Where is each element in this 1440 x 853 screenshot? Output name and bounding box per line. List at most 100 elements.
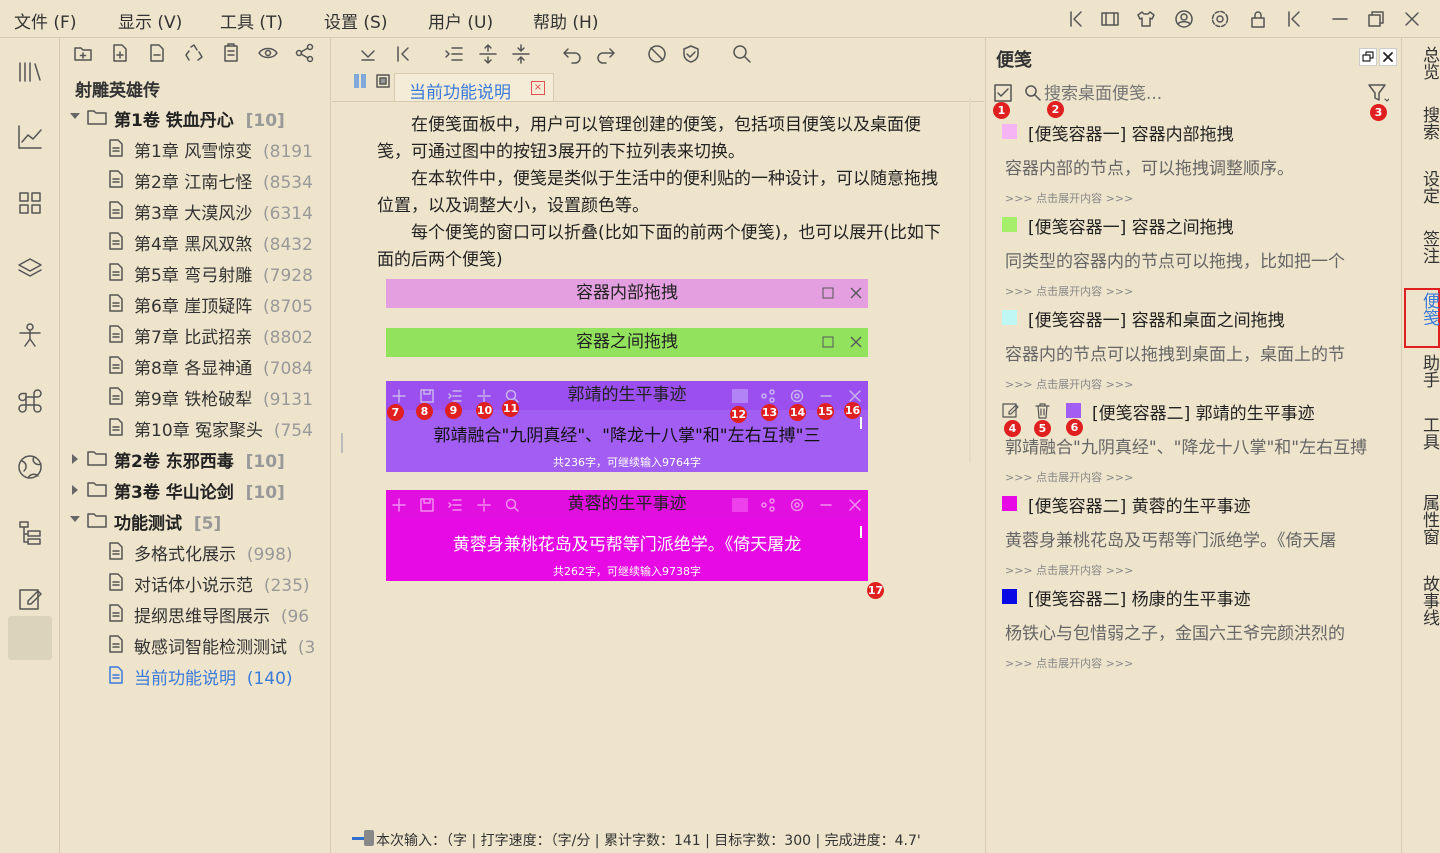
theme-shirt-icon[interactable] xyxy=(1136,9,1156,29)
sticky-note-collapsed[interactable]: 容器之间拖拽 xyxy=(386,328,868,357)
outline-tree-icon[interactable] xyxy=(16,519,44,547)
close-panel-icon[interactable] xyxy=(1379,48,1397,66)
rail-assistant[interactable]: 助手 xyxy=(1402,354,1440,388)
menu-user[interactable]: 用户 (U) xyxy=(428,8,493,33)
note-item-title[interactable]: [便笺容器一] 容器内部拖拽 xyxy=(1028,120,1234,145)
note-list-item[interactable]: [便笺容器一] 容器内部拖拽 容器内部的节点，可以拖拽调整顺序。 >>> 点击展… xyxy=(986,116,1402,209)
rail-overview[interactable]: 总览 xyxy=(1402,46,1440,80)
tab-close-icon[interactable]: × xyxy=(531,81,545,95)
single-view-icon[interactable] xyxy=(376,74,390,88)
rail-tools[interactable]: 工具 xyxy=(1402,416,1440,450)
menu-settings[interactable]: 设置 (S) xyxy=(324,8,387,33)
chevron-right-icon[interactable] xyxy=(72,485,78,495)
rail-notes[interactable]: 便笺 xyxy=(1402,292,1440,326)
gear-icon[interactable] xyxy=(1210,9,1230,29)
share-node-icon[interactable] xyxy=(761,389,775,403)
grid-icon[interactable] xyxy=(16,189,44,217)
tree-doc-outline[interactable]: 提纲思维导图展示 (96 xyxy=(61,598,330,629)
color-swatch[interactable] xyxy=(732,389,748,403)
chart-icon[interactable] xyxy=(16,123,44,151)
note-color-swatch[interactable] xyxy=(1066,403,1081,418)
recycle-icon[interactable] xyxy=(184,43,204,63)
collapse-icon[interactable] xyxy=(1284,9,1304,29)
undo-icon[interactable] xyxy=(562,44,582,64)
tree-volume-3[interactable]: 第3卷 华山论剑 [10] xyxy=(61,474,330,505)
compress-vertical-icon[interactable] xyxy=(511,44,531,64)
split-icon[interactable] xyxy=(477,389,491,403)
note-list-item-hover[interactable]: [便笺容器二] 郭靖的生平事迹 郭靖融合"九阴真经"、"降龙十八掌"和"左右互搏… xyxy=(986,395,1402,488)
chevron-right-icon[interactable] xyxy=(72,454,78,464)
close-icon[interactable] xyxy=(848,389,862,403)
tree-volume-1[interactable]: 第1卷 铁血丹心 [10] xyxy=(61,102,330,133)
command-icon[interactable] xyxy=(16,387,44,415)
account-icon[interactable] xyxy=(1174,9,1194,29)
splitter-handle[interactable] xyxy=(341,433,343,453)
sticky-note-collapsed[interactable]: 容器内部拖拽 xyxy=(386,279,868,308)
shield-check-icon[interactable] xyxy=(681,44,701,64)
indent-icon[interactable] xyxy=(444,44,464,64)
tree-doc-current-selected[interactable]: 当前功能说明 (140) xyxy=(61,660,330,691)
tree-doc-dialogue[interactable]: 对话体小说示范 (235) xyxy=(61,567,330,598)
note-expand-link[interactable]: >>> 点击展开内容 >>> xyxy=(1005,190,1133,206)
tree-chapter-7[interactable]: 第7章 比武招亲 (8802 xyxy=(61,319,330,350)
globe-icon[interactable] xyxy=(16,453,44,481)
clipboard-icon[interactable] xyxy=(221,43,241,63)
tree-doc-sensitive-words[interactable]: 敏感词智能检测测试 (3 xyxy=(61,629,330,660)
book-title[interactable]: 射雕英雄传 xyxy=(75,76,160,101)
tree-chapter-3[interactable]: 第3章 大漠风沙 (6314 xyxy=(61,195,330,226)
share-node-icon[interactable] xyxy=(295,43,315,63)
split-icon[interactable] xyxy=(477,498,491,512)
note-item-title[interactable]: [便笺容器二] 杨康的生平事迹 xyxy=(1028,585,1251,610)
doc-paragraph[interactable]: 每个便笺的窗口可以折叠(比如下面的前两个便笺)，也可以展开(比如下面的后两个便笺… xyxy=(377,220,947,274)
note-title[interactable]: 容器之间拖拽 xyxy=(386,328,868,357)
person-icon[interactable] xyxy=(16,321,44,349)
save-icon[interactable] xyxy=(420,498,434,512)
tree-chapter-6[interactable]: 第6章 崖顶疑阵 (8705 xyxy=(61,288,330,319)
color-swatch[interactable] xyxy=(732,498,748,512)
maximize-icon[interactable] xyxy=(822,328,834,357)
lock-icon[interactable] xyxy=(1248,9,1268,29)
tree-chapter-1[interactable]: 第1章 风雪惊变 (8191 xyxy=(61,133,330,164)
slider-handle[interactable] xyxy=(364,830,374,846)
chevron-down-icon[interactable] xyxy=(70,113,80,119)
chevron-down-icon[interactable] xyxy=(70,516,80,522)
add-icon[interactable] xyxy=(392,389,406,403)
collapse-left-icon[interactable] xyxy=(1066,9,1086,29)
tree-volume-feature-test[interactable]: 功能测试 [5] xyxy=(61,505,330,536)
doc-paragraph[interactable]: 在本软件中，便笺是类似于生活中的便利贴的一种设计，可以随意拖拽位置，以及调整大小… xyxy=(377,166,947,220)
minimize-icon[interactable] xyxy=(819,389,833,403)
new-file-icon[interactable] xyxy=(110,43,130,63)
tree-doc-formatting[interactable]: 多格式化展示 (998) xyxy=(61,536,330,567)
tree-volume-2[interactable]: 第2卷 东邪西毒 [10] xyxy=(61,443,330,474)
note-item-title[interactable]: [便笺容器一] 容器之间拖拽 xyxy=(1028,213,1234,238)
menu-help[interactable]: 帮助 (H) xyxy=(533,8,598,33)
share-node-icon[interactable] xyxy=(761,498,775,512)
note-body[interactable]: 黄蓉身兼桃花岛及丐帮等门派绝学。《倚天屠龙 xyxy=(386,530,868,555)
note-item-title[interactable]: [便笺容器二] 郭靖的生平事迹 xyxy=(1092,399,1315,424)
rail-settings[interactable]: 设定 xyxy=(1402,170,1440,204)
menu-view[interactable]: 显示 (V) xyxy=(118,8,182,33)
layout-icon[interactable] xyxy=(1100,9,1120,29)
expand-all-icon[interactable] xyxy=(358,44,378,64)
note-title[interactable]: 容器内部拖拽 xyxy=(386,279,868,308)
tree-chapter-4[interactable]: 第4章 黑风双煞 (8432 xyxy=(61,226,330,257)
minimize-icon[interactable] xyxy=(819,498,833,512)
save-icon[interactable] xyxy=(420,389,434,403)
tree-chapter-9[interactable]: 第9章 铁枪破犁 (9131 xyxy=(61,381,330,412)
search-icon[interactable] xyxy=(505,498,519,512)
remove-file-icon[interactable] xyxy=(147,43,167,63)
note-item-title[interactable]: [便笺容器二] 黄蓉的生平事迹 xyxy=(1028,492,1251,517)
note-item-title[interactable]: [便笺容器一] 容器和桌面之间拖拽 xyxy=(1028,306,1285,331)
tree-chapter-10[interactable]: 第10章 冤家聚头 (754 xyxy=(61,412,330,443)
eye-icon[interactable] xyxy=(258,43,278,63)
rail-properties[interactable]: 属性窗 xyxy=(1402,494,1440,545)
search-icon[interactable] xyxy=(732,44,752,64)
maximize-icon[interactable] xyxy=(822,279,834,308)
add-icon[interactable] xyxy=(392,498,406,512)
tree-chapter-8[interactable]: 第8章 各显神通 (7084 xyxy=(61,350,330,381)
trash-icon[interactable] xyxy=(1034,402,1051,419)
indent-icon[interactable] xyxy=(448,389,462,403)
tree-chapter-2[interactable]: 第2章 江南七怪 (8534 xyxy=(61,164,330,195)
gear-icon[interactable] xyxy=(790,389,804,403)
note-expand-link[interactable]: >>> 点击展开内容 >>> xyxy=(1005,469,1133,485)
